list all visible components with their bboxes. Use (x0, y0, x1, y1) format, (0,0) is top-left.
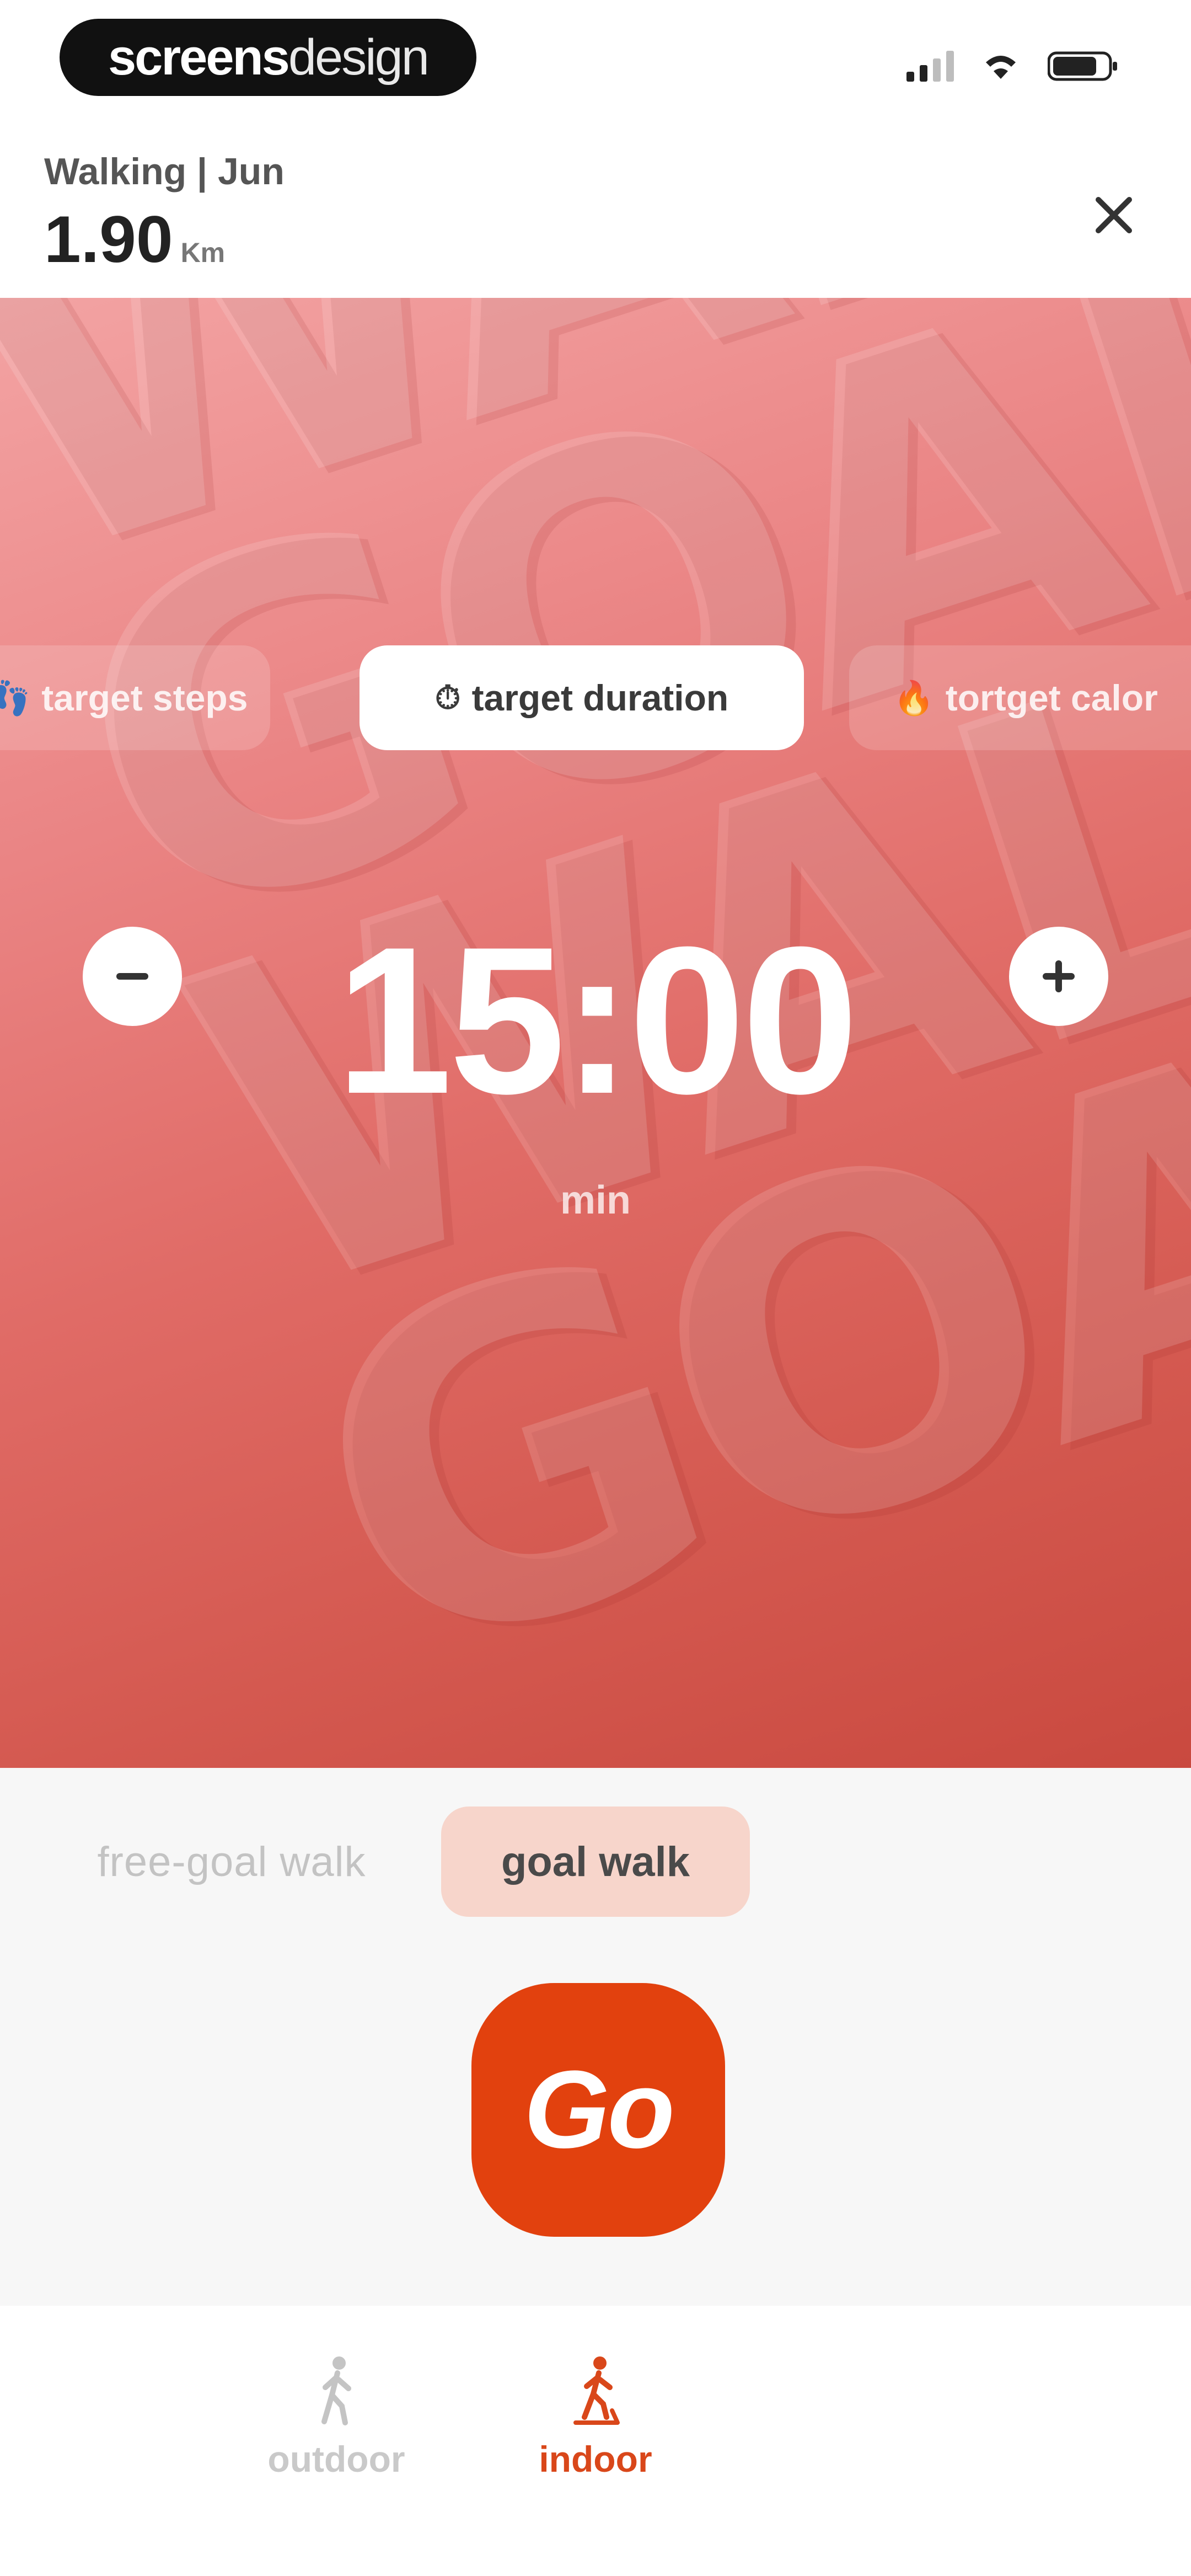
header: Walking | Jun 1.90 Km (0, 127, 1191, 292)
cellular-signal-icon (906, 51, 954, 82)
nav-outdoor-label: outdoor (267, 2439, 405, 2479)
battery-icon (1048, 51, 1117, 81)
activity-subtitle: Walking | Jun (44, 151, 285, 193)
target-duration-value: 15:00 (336, 903, 859, 1137)
plus-icon (1043, 960, 1075, 992)
chip-label: target steps (41, 677, 248, 718)
distance-readout: 1.90 Km (44, 201, 225, 277)
duration-stepper: 15:00 (0, 877, 1191, 1131)
chip-target-duration[interactable]: ⏱ target duration (360, 645, 804, 750)
bottom-nav: outdoor indoor (0, 2306, 1191, 2576)
stopwatch-icon: ⏱ (434, 679, 461, 716)
tab-free-goal-walk[interactable]: free-goal walk (55, 1807, 408, 1917)
duration-unit: min (560, 1178, 631, 1222)
chip-label: target duration (471, 677, 729, 718)
walk-mode-tabs: free-goal walk goal walk (0, 1807, 1191, 1917)
walk-mode-section: free-goal walk goal walk Go (0, 1768, 1191, 2306)
distance-unit: Km (180, 237, 226, 268)
chip-target-calories[interactable]: 🔥 tortget calor (849, 645, 1191, 750)
close-icon (1096, 197, 1132, 233)
treadmill-walker-icon (573, 2356, 620, 2425)
flame-icon: 🔥 (893, 679, 935, 717)
nav-indoor-label: indoor (539, 2439, 652, 2479)
brand-logo-bold: screens (108, 29, 290, 85)
goal-hero: WALK GOAL WALK GOAL 👣 target steps ⏱ tar… (0, 298, 1191, 1768)
increase-button[interactable] (1009, 927, 1108, 1026)
distance-value: 1.90 (44, 202, 173, 276)
brand-logo: screens design (60, 19, 476, 96)
wifi-icon (986, 56, 1016, 79)
status-bar: screens design (0, 0, 1191, 110)
close-button[interactable] (1081, 182, 1147, 248)
brand-logo-light: design (288, 29, 430, 85)
tab-goal-walk[interactable]: goal walk (441, 1807, 750, 1917)
go-label: Go (524, 2048, 675, 2171)
nav-indoor[interactable]: indoor (485, 2355, 706, 2488)
chip-target-steps[interactable]: 👣 target steps (0, 645, 270, 750)
nav-outdoor[interactable]: outdoor (226, 2355, 447, 2488)
go-button[interactable]: Go (471, 1983, 725, 2237)
walking-person-icon (321, 2356, 351, 2425)
status-icons (906, 50, 1119, 83)
chip-label: tortget calor (945, 677, 1158, 718)
goal-type-selector: 👣 target steps ⏱ target duration 🔥 tortg… (0, 645, 1191, 756)
footprints-icon: 👣 (0, 679, 31, 717)
